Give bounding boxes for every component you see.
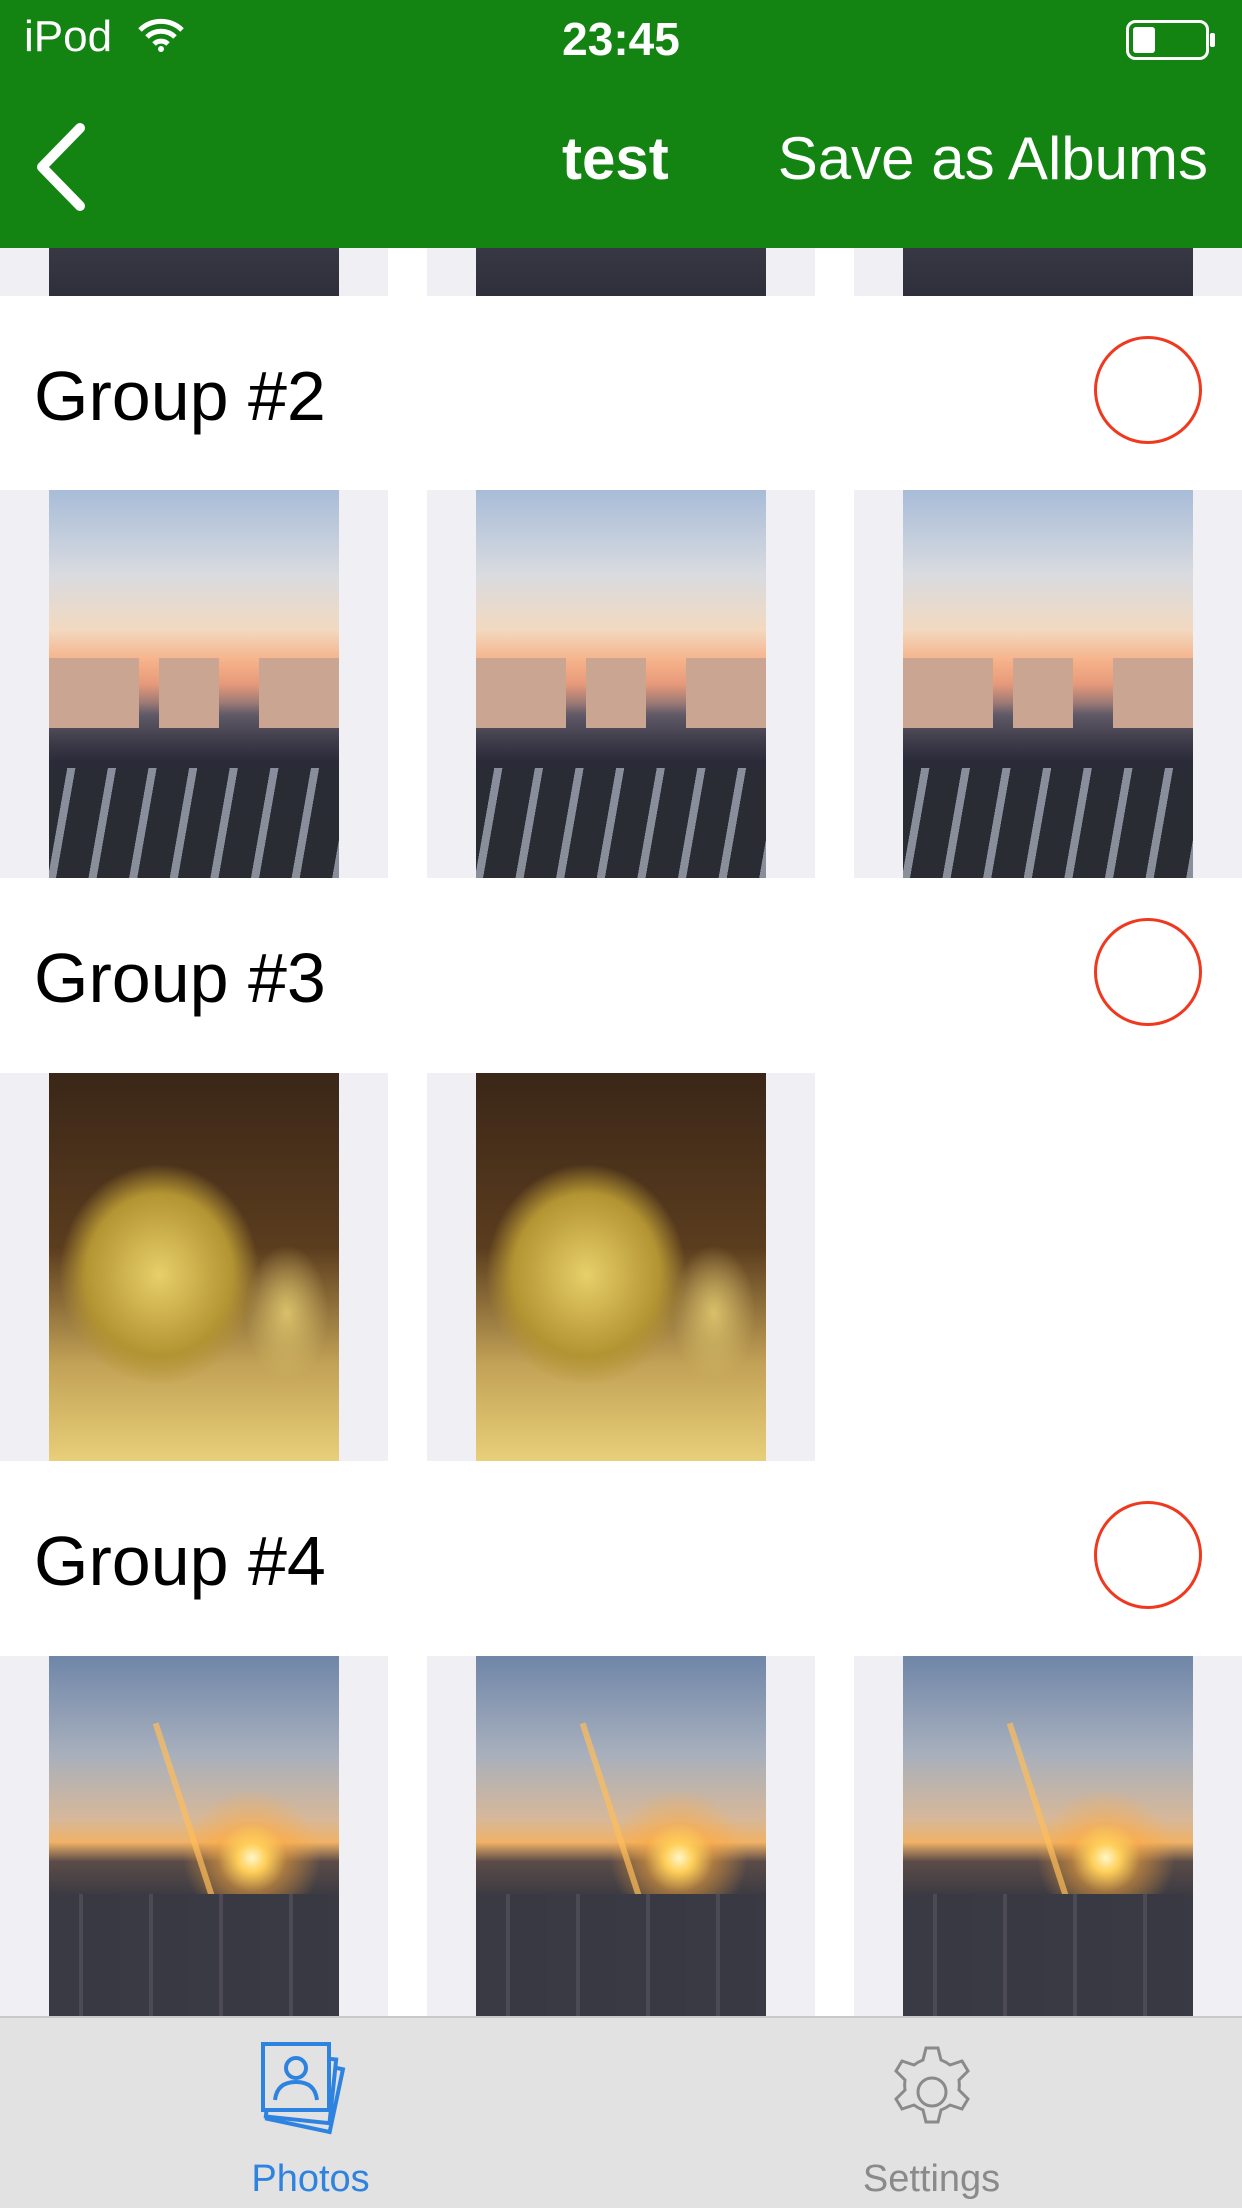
group-header: Group #3 [0, 878, 1242, 1072]
photo-thumbnail [476, 248, 766, 296]
photo-cell[interactable] [427, 248, 815, 296]
photo-cell[interactable] [854, 1656, 1242, 2016]
photo-cell[interactable] [0, 248, 388, 296]
groups-list[interactable]: Group #2 Group #3 Group #4 [0, 248, 1242, 2016]
group-header: Group #4 [0, 1461, 1242, 1655]
photo-thumbnail [903, 490, 1193, 878]
photo-thumbnail [49, 1073, 339, 1461]
group-title: Group #4 [34, 1522, 326, 1600]
tab-bar: Photos Settings [0, 2016, 1242, 2208]
group-title: Group #3 [34, 939, 326, 1017]
nav-title: test [562, 125, 669, 192]
battery-icon [1126, 20, 1215, 60]
tab-settings[interactable]: Settings [621, 2018, 1242, 2210]
group-select-circle[interactable] [1094, 336, 1202, 444]
group-header: Group #2 [0, 296, 1242, 490]
group-title: Group #2 [34, 357, 326, 435]
navigation-bar: test Save as Albums [0, 80, 1242, 248]
status-time: 23:45 [562, 13, 680, 65]
photo-thumbnail [476, 1656, 766, 2016]
photo-cell[interactable] [854, 248, 1242, 296]
photo-cell[interactable] [0, 1073, 388, 1461]
status-bar: iPod 23:45 [0, 0, 1242, 80]
tab-label-settings: Settings [862, 2158, 1001, 2200]
photo-thumbnail [49, 490, 339, 878]
photo-cell[interactable] [427, 1073, 815, 1461]
photos-icon [260, 2042, 345, 2135]
photo-thumbnail [49, 248, 339, 296]
photo-thumbnail [476, 1073, 766, 1461]
photo-thumbnail [476, 490, 766, 878]
photo-thumbnail [903, 1656, 1193, 2016]
photo-cell[interactable] [427, 490, 815, 878]
photo-thumbnail [49, 1656, 339, 2016]
photo-cell[interactable] [0, 1656, 388, 2016]
photo-cell[interactable] [0, 490, 388, 878]
tab-photos[interactable]: Photos [0, 2018, 621, 2210]
group-select-circle[interactable] [1094, 918, 1202, 1026]
group-select-circle[interactable] [1094, 1501, 1202, 1609]
photo-cell[interactable] [427, 1656, 815, 2016]
photo-cell[interactable] [854, 490, 1242, 878]
top-bar: iPod 23:45 test Save as Albums [0, 0, 1242, 248]
tab-label-photos: Photos [251, 2158, 370, 2200]
save-as-albums-button[interactable]: Save as Albums [778, 124, 1208, 193]
photo-thumbnail [903, 248, 1193, 296]
gear-icon [893, 2046, 970, 2124]
back-chevron-icon[interactable] [28, 122, 98, 212]
